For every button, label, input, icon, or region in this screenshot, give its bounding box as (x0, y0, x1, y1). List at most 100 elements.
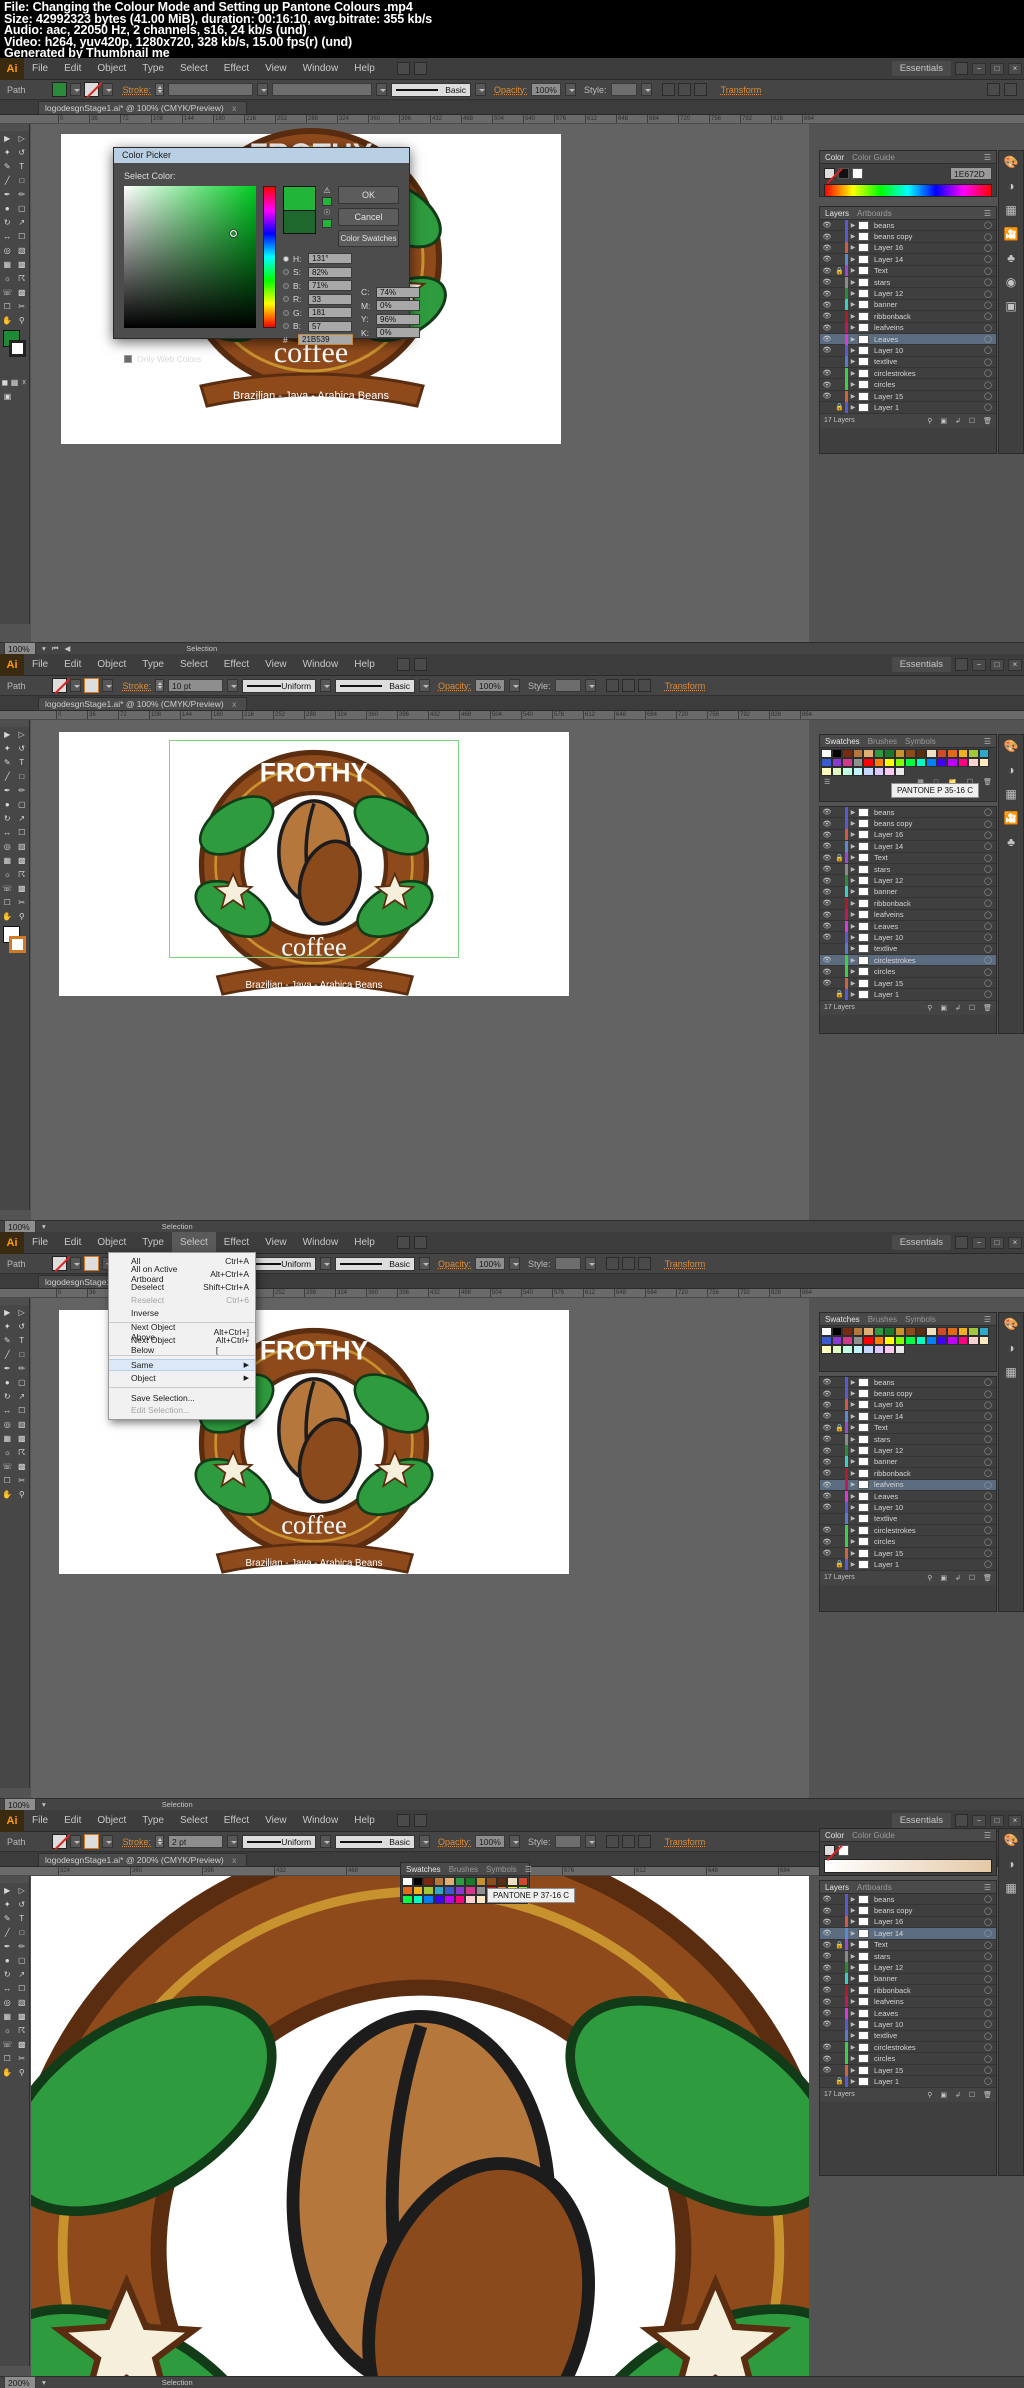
menu-type-4[interactable]: Type (134, 1810, 172, 1832)
tab-artboards-4[interactable]: Artboards (857, 1883, 892, 1892)
maximize-button-4[interactable]: □ (990, 1814, 1004, 1827)
layer-expand-icon[interactable]: ▶ (848, 2044, 858, 2051)
stroke-swatch-2[interactable] (83, 678, 99, 693)
tool-width-3[interactable]: ↔ (0, 1403, 15, 1417)
color-stroke-swatch[interactable] (852, 168, 863, 179)
layer-row[interactable]: 👁 ▶ circles ◯ (820, 2053, 996, 2065)
layer-visibility-icon[interactable]: 👁 (820, 1503, 834, 1511)
bridge-icon-4[interactable] (396, 1814, 410, 1827)
layer-target-icon[interactable]: ◯ (980, 1435, 996, 1443)
layer-row[interactable]: 👁 ▶ leafveins ◯ (820, 1479, 996, 1491)
layer-target-icon[interactable]: ◯ (980, 2032, 996, 2040)
color-swatch[interactable] (852, 1336, 863, 1345)
layer-expand-icon[interactable]: ▶ (848, 256, 858, 263)
layer-expand-icon[interactable]: ▶ (848, 831, 858, 838)
menu-object[interactable]: Object (89, 58, 134, 80)
tool-gradient-4[interactable]: ▩ (15, 2009, 30, 2023)
symbols-dock-icon-2[interactable]: ♣ (1007, 835, 1015, 849)
layer-name[interactable]: ribbonback (869, 312, 980, 321)
color-swatch[interactable] (842, 1336, 853, 1345)
zoom-dropdown-icon-4[interactable]: ▾ (42, 2378, 46, 2387)
layer-row[interactable]: 👁 ▶ Layer 12 ◯ (820, 875, 996, 887)
tool-line-2[interactable]: ╱ (0, 769, 15, 783)
layer-name[interactable]: Layer 16 (869, 243, 980, 252)
menu-help-2[interactable]: Help (346, 654, 383, 676)
tool-direct-selection-3[interactable]: ▷ (15, 1305, 30, 1319)
swatches-panel-menu-icon-3[interactable]: ☰ (984, 1315, 991, 1324)
layer-expand-icon[interactable]: ▶ (848, 279, 858, 286)
tool-width-4[interactable]: ↔ (0, 1981, 15, 1995)
layer-expand-icon[interactable]: ▶ (848, 1436, 858, 1443)
layer-name[interactable]: textlive (869, 357, 980, 366)
layer-name[interactable]: banner (869, 1974, 980, 1983)
hsb-rgb-fields[interactable]: H: 131° S: 82% B: 71% R: 33 G: 181 B: 57 #21B539 (283, 253, 353, 348)
tool-paintbrush[interactable]: ✒ (0, 187, 15, 201)
stroke-variable-width-2[interactable]: Uniform (242, 678, 317, 693)
layer-row[interactable]: 👁 ▶ beans ◯ (820, 1376, 996, 1389)
menu-select-3[interactable]: Select (171, 1232, 216, 1254)
layer-row[interactable]: 👁 ▶ leafveins ◯ (820, 909, 996, 921)
toolbox-stroke-swatch[interactable] (9, 340, 26, 357)
layer-expand-icon[interactable]: ▶ (848, 900, 858, 907)
layer-name[interactable]: Layer 15 (869, 2066, 980, 2075)
layer-target-icon[interactable]: ◯ (980, 1549, 996, 1557)
tool-width[interactable]: ↔ (0, 229, 15, 243)
layer-target-icon[interactable]: ◯ (980, 1952, 996, 1960)
color-swatch[interactable] (831, 1345, 842, 1354)
close-button-4[interactable]: × (1008, 1814, 1022, 1827)
layer-target-icon[interactable]: ◯ (980, 1412, 996, 1420)
layer-visibility-icon[interactable]: 👁 (820, 1986, 834, 1994)
cmyk-value[interactable]: 74% (376, 286, 420, 298)
zoom-level-3[interactable]: 100% (4, 1798, 36, 1810)
tool-symbol-sprayer-4[interactable]: ☏ (0, 2037, 15, 2051)
layer-name[interactable]: Layer 12 (869, 1963, 980, 1972)
stroke-swatch-4[interactable] (83, 1834, 99, 1849)
create-sublayer-icon-2[interactable]: ↲ (955, 1004, 961, 1012)
tool-scale-4[interactable]: ↗ (15, 1967, 30, 1981)
layer-visibility-icon[interactable]: 👁 (820, 842, 834, 850)
layer-name[interactable]: textlive (869, 2031, 980, 2040)
layer-visibility-icon[interactable]: 👁 (820, 290, 834, 298)
layer-visibility-icon[interactable]: 👁 (820, 312, 834, 320)
menu-select[interactable]: Select (172, 58, 216, 80)
layer-row[interactable]: 👁 ▶ Layer 15 ◯ (820, 2064, 996, 2077)
color-swatch[interactable] (465, 1877, 476, 1886)
color-field-row[interactable]: B: 71% (283, 280, 353, 291)
layer-visibility-icon[interactable]: 👁 (820, 267, 834, 275)
layer-target-icon[interactable]: ◯ (980, 877, 996, 885)
layer-row[interactable]: 👁 ▶ leafveins ◯ (820, 1996, 996, 2008)
layer-expand-icon[interactable]: ▶ (848, 2055, 858, 2062)
color-swatch[interactable] (842, 767, 853, 776)
layer-expand-icon[interactable]: ▶ (848, 393, 858, 400)
color-swatch[interactable] (852, 749, 863, 758)
gradient-dock-icon-4[interactable]: ◑ (1007, 1857, 1014, 1871)
layer-visibility-icon[interactable]: 👁 (820, 899, 834, 907)
tab-swatches-2[interactable]: Swatches (825, 737, 860, 746)
stroke-profile-dropdown-icon[interactable] (475, 83, 487, 96)
tool-rotate-2[interactable]: ↻ (0, 811, 15, 825)
cancel-button[interactable]: Cancel (338, 208, 399, 226)
layer-visibility-icon[interactable]: 👁 (820, 369, 834, 377)
stroke-swatch-3[interactable] (83, 1256, 99, 1271)
tool-type-3[interactable]: T (15, 1333, 30, 1347)
layer-expand-icon[interactable]: ▶ (848, 991, 858, 998)
layer-visibility-icon[interactable]: 👁 (820, 301, 834, 309)
layer-name[interactable]: stars (869, 1435, 980, 1444)
color-swatch[interactable] (926, 1336, 937, 1345)
brushes-dock-icon[interactable]: 🎦 (1004, 227, 1019, 241)
layer-name[interactable]: Leaves (869, 335, 980, 344)
layer-expand-icon[interactable]: ▶ (848, 1896, 858, 1903)
style-dropdown-icon-3[interactable] (584, 1257, 596, 1270)
layer-visibility-icon[interactable]: 👁 (820, 278, 834, 286)
layer-name[interactable]: Text (869, 1423, 980, 1432)
layer-name[interactable]: circlestrokes (869, 1526, 980, 1535)
tool-direct-selection-2[interactable]: ▷ (15, 727, 30, 741)
menu-view-3[interactable]: View (257, 1232, 295, 1254)
brushes-dock-icon-2[interactable]: 🎦 (1004, 811, 1019, 825)
tool-magic-wand-2[interactable]: ✦ (0, 741, 15, 755)
layer-expand-icon[interactable]: ▶ (848, 1481, 858, 1488)
layer-expand-icon[interactable]: ▶ (848, 980, 858, 987)
layer-lock-icon[interactable]: 🔒 (834, 1424, 845, 1432)
color-field-value[interactable]: 33 (308, 293, 352, 305)
color-swatch[interactable] (957, 758, 968, 767)
